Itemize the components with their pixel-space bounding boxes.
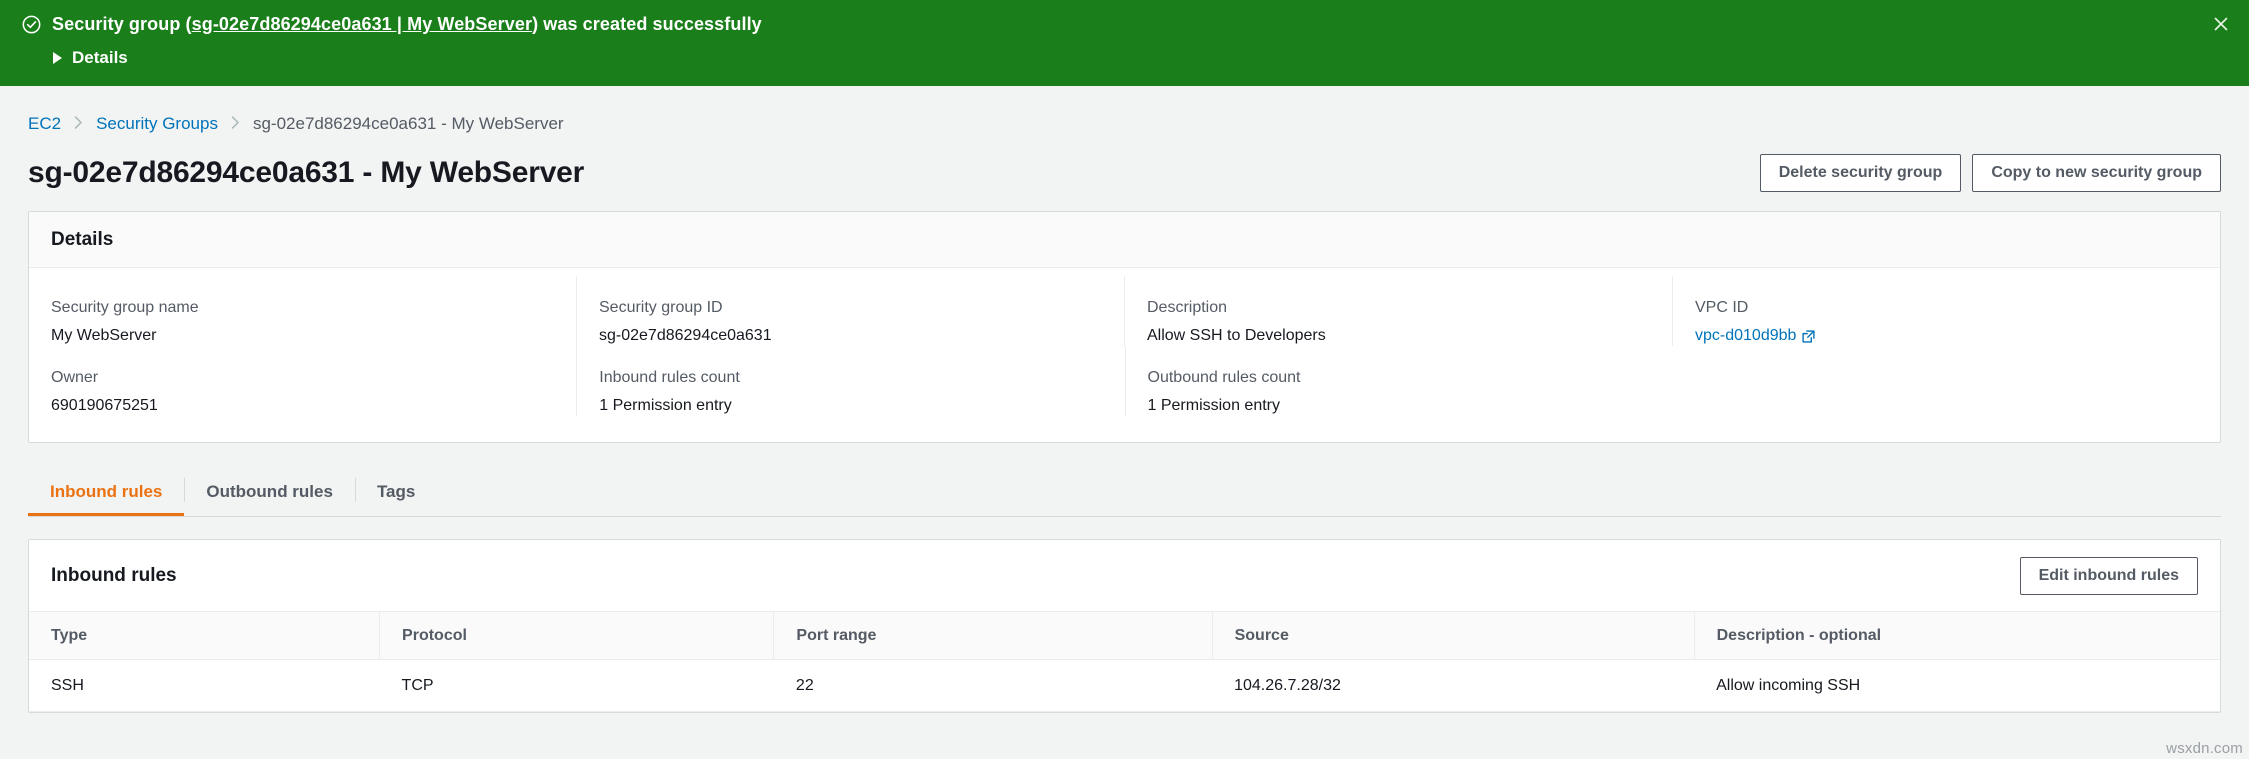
detail-empty bbox=[1673, 346, 2220, 416]
external-link-icon bbox=[1802, 329, 1816, 343]
page-header: sg-02e7d86294ce0a631 - My WebServer Dele… bbox=[28, 134, 2221, 211]
tab-outbound-rules[interactable]: Outbound rules bbox=[184, 469, 355, 516]
delete-security-group-button[interactable]: Delete security group bbox=[1759, 154, 1962, 192]
success-flashbar: Security group (sg-02e7d86294ce0a631 | M… bbox=[0, 0, 2249, 86]
page-header-actions: Delete security group Copy to new securi… bbox=[1759, 154, 2221, 192]
detail-label: Description bbox=[1147, 299, 1228, 316]
tab-inbound-rules[interactable]: Inbound rules bbox=[28, 469, 185, 516]
close-icon bbox=[2214, 17, 2228, 31]
detail-security-group-id: Security group ID sg-02e7d86294ce0a631 bbox=[576, 276, 1124, 346]
vpc-id-label: vpc-d010d9bb bbox=[1695, 327, 1797, 344]
detail-value: 1 Permission entry bbox=[599, 397, 732, 414]
detail-value: My WebServer bbox=[51, 327, 157, 344]
column-header-source: Source bbox=[1211, 612, 1695, 660]
detail-inbound-rules-count: Inbound rules count 1 Permission entry bbox=[576, 346, 1124, 416]
cell-protocol: TCP bbox=[379, 659, 774, 712]
breadcrumb-item-current: sg-02e7d86294ce0a631 - My WebServer bbox=[252, 114, 564, 133]
breadcrumb-item-ec2[interactable]: EC2 bbox=[28, 114, 61, 134]
detail-value: 1 Permission entry bbox=[1147, 397, 1281, 414]
column-header-port-range: Port range bbox=[773, 612, 1213, 660]
tab-bar: Inbound rules Outbound rules Tags bbox=[28, 469, 2221, 517]
column-header-description: Description - optional bbox=[1693, 612, 2220, 660]
details-row: Owner 690190675251 Inbound rules count 1… bbox=[29, 346, 2220, 416]
details-grid: Security group name My WebServer Securit… bbox=[29, 268, 2220, 442]
column-header-protocol: Protocol bbox=[379, 612, 774, 660]
cell-description: Allow incoming SSH bbox=[1694, 659, 2220, 712]
breadcrumb-separator bbox=[231, 115, 240, 133]
inbound-rules-card-header: Inbound rules Edit inbound rules bbox=[29, 540, 2220, 612]
tab-tags[interactable]: Tags bbox=[354, 469, 437, 516]
cell-type: SSH bbox=[29, 659, 380, 712]
flashbar-details-label: Details bbox=[72, 48, 128, 67]
vpc-id-link[interactable]: vpc-d010d9bb bbox=[1695, 326, 1816, 346]
copy-to-new-security-group-button[interactable]: Copy to new security group bbox=[1972, 154, 2221, 192]
caret-right-icon bbox=[53, 52, 62, 64]
detail-label: Security group name bbox=[51, 299, 199, 316]
page-content: EC2 Security Groups sg-02e7d86294ce0a631… bbox=[0, 86, 2249, 759]
detail-label: Security group ID bbox=[599, 299, 723, 316]
check-circle-icon bbox=[22, 15, 41, 34]
table-header-row: Type Protocol Port range Source Descript… bbox=[29, 612, 2220, 660]
breadcrumb: EC2 Security Groups sg-02e7d86294ce0a631… bbox=[28, 86, 2221, 134]
detail-value: sg-02e7d86294ce0a631 bbox=[599, 327, 772, 344]
breadcrumb-item-security-groups[interactable]: Security Groups bbox=[96, 114, 218, 134]
column-header-type: Type bbox=[29, 612, 380, 660]
detail-value: vpc-d010d9bb bbox=[1695, 326, 2198, 346]
flashbar-message: Security group (sg-02e7d86294ce0a631 | M… bbox=[52, 14, 762, 34]
details-card: Details Security group name My WebServer… bbox=[28, 211, 2221, 443]
detail-vpc-id: VPC ID vpc-d010d9bb bbox=[1672, 276, 2220, 346]
cell-source: 104.26.7.28/32 bbox=[1212, 659, 1695, 712]
detail-owner: Owner 690190675251 bbox=[29, 346, 576, 416]
detail-value: Allow SSH to Developers bbox=[1147, 327, 1326, 344]
detail-label: Owner bbox=[51, 369, 99, 386]
edit-inbound-rules-button[interactable]: Edit inbound rules bbox=[2019, 557, 2198, 595]
detail-value: 690190675251 bbox=[51, 397, 158, 414]
detail-label: VPC ID bbox=[1695, 299, 1749, 316]
detail-description: Description Allow SSH to Developers bbox=[1124, 276, 1672, 346]
flashbar-security-group-link[interactable]: sg-02e7d86294ce0a631 | My WebServer bbox=[192, 14, 532, 34]
detail-outbound-rules-count: Outbound rules count 1 Permission entry bbox=[1124, 346, 1673, 416]
detail-security-group-name: Security group name My WebServer bbox=[29, 276, 576, 346]
inbound-rules-panel-title: Inbound rules bbox=[51, 565, 177, 586]
details-row: Security group name My WebServer Securit… bbox=[29, 276, 2220, 346]
table-row[interactable]: SSH TCP 22 104.26.7.28/32 Allow incoming… bbox=[29, 659, 2220, 712]
page-title: sg-02e7d86294ce0a631 - My WebServer bbox=[28, 156, 585, 189]
details-panel-title: Details bbox=[51, 229, 114, 250]
inbound-rules-table: Type Protocol Port range Source Descript… bbox=[29, 612, 2220, 712]
flashbar-details-toggle[interactable]: Details bbox=[53, 48, 128, 68]
inbound-rules-card: Inbound rules Edit inbound rules Type Pr… bbox=[28, 539, 2221, 713]
detail-label: Inbound rules count bbox=[599, 369, 740, 386]
flashbar-close-button[interactable] bbox=[2206, 9, 2236, 39]
detail-label: Outbound rules count bbox=[1147, 369, 1301, 386]
cell-port-range: 22 bbox=[773, 659, 1213, 712]
watermark: wsxdn.com bbox=[2166, 740, 2243, 757]
flashbar-message-suffix: ) was created successfully bbox=[532, 14, 762, 34]
breadcrumb-separator bbox=[74, 115, 83, 133]
flashbar-message-prefix: Security group ( bbox=[52, 14, 192, 34]
details-card-header: Details bbox=[29, 212, 2220, 268]
